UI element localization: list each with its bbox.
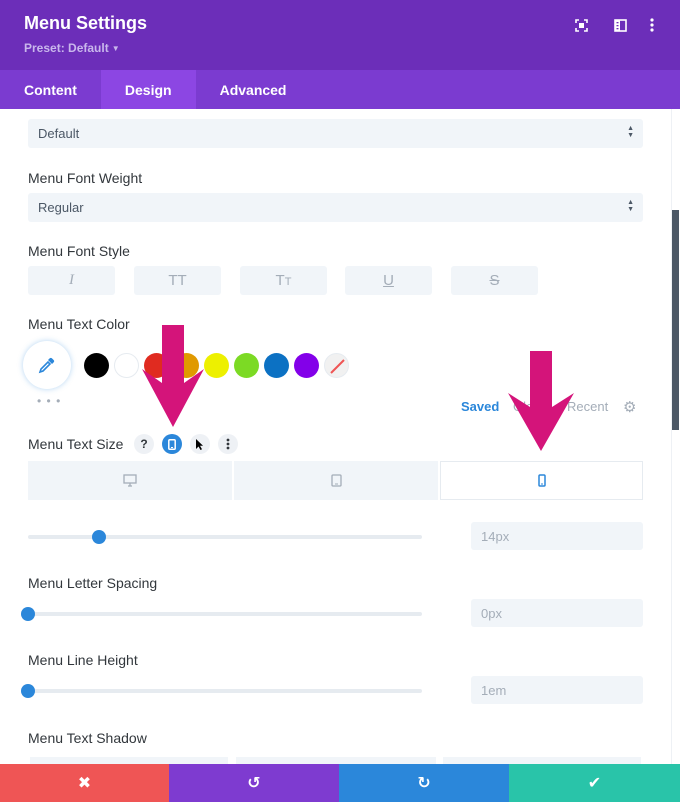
split-view-icon[interactable]: [611, 16, 629, 34]
modal-title: Menu Settings: [24, 13, 148, 33]
uppercase-icon: TT: [168, 272, 187, 289]
fullscreen-icon[interactable]: [572, 16, 590, 34]
redo-icon: ↻: [417, 775, 431, 792]
letter-spacing-label: Menu Letter Spacing: [28, 575, 158, 591]
palette-tab-global[interactable]: Global: [513, 399, 551, 414]
line-height-input[interactable]: 1em: [471, 676, 643, 704]
text-shadow-preset[interactable]: [30, 757, 228, 764]
close-icon: ✖: [77, 775, 92, 792]
capitalize-button[interactable]: TT: [240, 266, 327, 295]
letter-spacing-slider[interactable]: [21, 607, 422, 621]
device-tab-tablet[interactable]: [234, 461, 438, 500]
color-swatch[interactable]: [144, 353, 169, 378]
settings-panel: Default ▲ ▼ Menu Font Weight Regular ▲ ▼ M…: [0, 109, 670, 764]
discard-button[interactable]: ✖: [0, 764, 169, 802]
text-shadow-preset[interactable]: [443, 757, 641, 764]
line-height-label: Menu Line Height: [28, 652, 138, 668]
line-height-slider[interactable]: [21, 684, 422, 698]
help-icon[interactable]: ?: [134, 434, 154, 454]
capitalize-icon: TT: [275, 272, 292, 289]
color-swatch[interactable]: [294, 353, 319, 378]
scrollbar-thumb[interactable]: [672, 210, 679, 430]
responsive-phone-icon[interactable]: [162, 434, 182, 454]
checkmark-icon: ✔: [587, 775, 602, 792]
italic-icon: I: [69, 272, 74, 288]
text-color-label: Menu Text Color: [28, 316, 130, 332]
text-size-slider-thumb[interactable]: [91, 530, 106, 544]
italic-button[interactable]: I: [28, 266, 115, 295]
device-tab-phone[interactable]: [440, 461, 643, 500]
preset-label: Preset: Default: [24, 41, 109, 55]
color-swatch[interactable]: [264, 353, 289, 378]
font-style-label: Menu Font Style: [28, 243, 130, 259]
scrollbar-track: [671, 109, 672, 764]
select-arrows-icon: ▲ ▼: [627, 199, 634, 213]
caret-down-icon: ▼: [111, 44, 120, 53]
font-weight-label: Menu Font Weight: [28, 170, 143, 186]
eyedropper-icon: [38, 357, 55, 374]
text-shadow-preset[interactable]: [236, 757, 436, 764]
color-swatch[interactable]: [174, 353, 199, 378]
strikethrough-button[interactable]: S: [451, 266, 538, 295]
color-swatch[interactable]: [234, 353, 259, 378]
phone-icon: [537, 474, 546, 487]
line-height-slider-thumb[interactable]: [21, 684, 35, 698]
palette-tab-saved[interactable]: Saved: [461, 399, 499, 414]
menu-font-select[interactable]: Default ▲ ▼: [28, 119, 643, 148]
text-shadow-label: Menu Text Shadow: [28, 730, 147, 746]
strikethrough-icon: S: [489, 272, 500, 289]
device-tab-desktop[interactable]: [28, 461, 232, 500]
more-options-icon[interactable]: [643, 16, 661, 34]
settings-tabs: Content Design Advanced: [0, 70, 680, 109]
undo-icon: ↺: [247, 775, 261, 792]
palette-tab-recent[interactable]: Recent: [567, 399, 608, 414]
desktop-icon: [123, 474, 137, 487]
letter-spacing-slider-thumb[interactable]: [21, 607, 35, 621]
letter-spacing-input[interactable]: 0px: [471, 599, 643, 627]
font-weight-select[interactable]: Regular ▲ ▼: [28, 193, 643, 222]
gear-icon[interactable]: ⚙: [623, 398, 636, 416]
color-swatch[interactable]: [204, 353, 229, 378]
font-weight-value: Regular: [38, 200, 84, 215]
modal-header: Menu Settings Preset: Default ▼: [0, 0, 680, 70]
text-size-input[interactable]: 14px: [471, 522, 643, 550]
color-swatch[interactable]: [114, 353, 139, 378]
more-options-icon[interactable]: [218, 434, 238, 454]
modal-footer: ✖ ↺ ↻ ✔: [0, 764, 680, 802]
tab-design[interactable]: Design: [100, 70, 196, 109]
menu-font-value: Default: [38, 126, 80, 141]
undo-button[interactable]: ↺: [169, 764, 339, 802]
underline-icon: U: [383, 272, 394, 289]
save-button[interactable]: ✔: [509, 764, 680, 802]
color-swatch[interactable]: [84, 353, 109, 378]
tablet-icon: [330, 474, 342, 487]
color-swatch-none[interactable]: [324, 353, 349, 378]
text-size-slider[interactable]: [28, 530, 422, 544]
uppercase-button[interactable]: TT: [134, 266, 221, 295]
underline-button[interactable]: U: [345, 266, 432, 295]
tab-advanced[interactable]: Advanced: [196, 70, 311, 109]
color-picker-button[interactable]: [23, 341, 71, 389]
hover-cursor-icon[interactable]: [190, 434, 210, 454]
more-colors-icon[interactable]: • • •: [37, 394, 61, 408]
preset-selector[interactable]: Preset: Default ▼: [24, 41, 120, 55]
text-size-label: Menu Text Size: [28, 436, 124, 452]
select-arrows-icon: ▲ ▼: [627, 125, 634, 139]
redo-button[interactable]: ↻: [339, 764, 509, 802]
tab-content[interactable]: Content: [0, 70, 101, 109]
